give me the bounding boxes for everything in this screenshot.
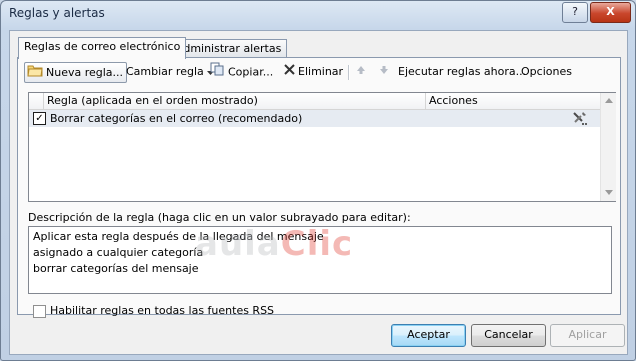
new-rule-icon — [27, 63, 43, 83]
options-button[interactable]: Opciones — [521, 62, 572, 82]
dialog-client-area: Reglas de correo electrónico Administrar… — [9, 30, 628, 355]
copy-rule-button[interactable]: Copiar... — [210, 62, 273, 82]
rule-description-box: Aplicar esta regla después de la llegada… — [28, 226, 612, 294]
run-rules-button[interactable]: Ejecutar reglas ahora... — [398, 62, 526, 82]
change-rule-label: Cambiar regla — [126, 65, 204, 78]
tab-email-rules[interactable]: Reglas de correo electrónico — [18, 37, 187, 59]
rule-name: Borrar categorías en el correo (recomend… — [50, 112, 303, 125]
close-button[interactable]: X — [590, 2, 631, 23]
cancel-button[interactable]: Cancelar — [471, 324, 546, 347]
delete-rule-button[interactable]: Eliminar — [284, 62, 343, 82]
tab-manage-alerts[interactable]: Administrar alertas — [170, 39, 288, 58]
run-rule-actions-icon[interactable] — [572, 111, 588, 129]
rule-description-label: Descripción de la regla (haga clic en un… — [28, 211, 411, 224]
rss-checkbox[interactable] — [33, 304, 46, 318]
toolbar-separator — [348, 65, 350, 80]
apply-button[interactable]: Aplicar — [550, 324, 625, 347]
rss-option[interactable]: Habilitar reglas en todas las fuentes RS… — [33, 304, 274, 318]
title-bar[interactable]: Reglas y alertas ? X — [1, 1, 635, 27]
header-checkbox-column — [29, 93, 44, 109]
watermark-domain: .com — [228, 232, 253, 243]
table-row[interactable]: ✓ Borrar categorías en el correo (recome… — [29, 110, 600, 127]
rules-list-scrollbar[interactable] — [600, 93, 616, 201]
email-rules-panel: Nueva regla... Cambiar regla Copiar... E… — [17, 57, 621, 318]
delete-label: Eliminar — [298, 65, 344, 78]
new-rule-button[interactable]: Nueva regla... — [24, 62, 128, 83]
watermark-red: Clic — [280, 224, 354, 264]
move-up-button[interactable] — [356, 62, 366, 82]
help-button[interactable]: ? — [562, 2, 588, 23]
accept-button[interactable]: Aceptar — [391, 324, 466, 347]
delete-icon — [284, 62, 295, 82]
arrow-down-icon — [379, 65, 389, 78]
move-down-button[interactable] — [379, 62, 389, 82]
scroll-up-arrow-icon[interactable] — [605, 98, 613, 103]
copy-label: Copiar... — [228, 65, 274, 79]
rules-list-header: Regla (aplicada en el orden mostrado) Ac… — [29, 93, 600, 110]
arrow-up-icon — [356, 65, 366, 78]
scroll-down-arrow-icon[interactable] — [605, 190, 613, 195]
column-actions[interactable]: Acciones — [426, 93, 599, 109]
change-rule-menu[interactable]: Cambiar regla — [126, 62, 215, 82]
rule-enabled-checkbox[interactable]: ✓ — [33, 112, 46, 125]
rules-list: Regla (aplicada en el orden mostrado) Ac… — [28, 92, 616, 202]
window-title: Reglas y alertas — [9, 6, 105, 20]
rss-label: Habilitar reglas en todas las fuentes RS… — [50, 304, 275, 317]
aulaclic-watermark: aulaClic — [195, 227, 353, 261]
rules-toolbar: Nueva regla... Cambiar regla Copiar... E… — [18, 62, 618, 84]
new-rule-label: Nueva regla... — [46, 66, 124, 79]
column-rule[interactable]: Regla (aplicada en el orden mostrado) — [44, 93, 426, 109]
copy-icon — [210, 62, 225, 83]
dialog-window: Reglas y alertas ? X Reglas de correo el… — [0, 0, 636, 361]
